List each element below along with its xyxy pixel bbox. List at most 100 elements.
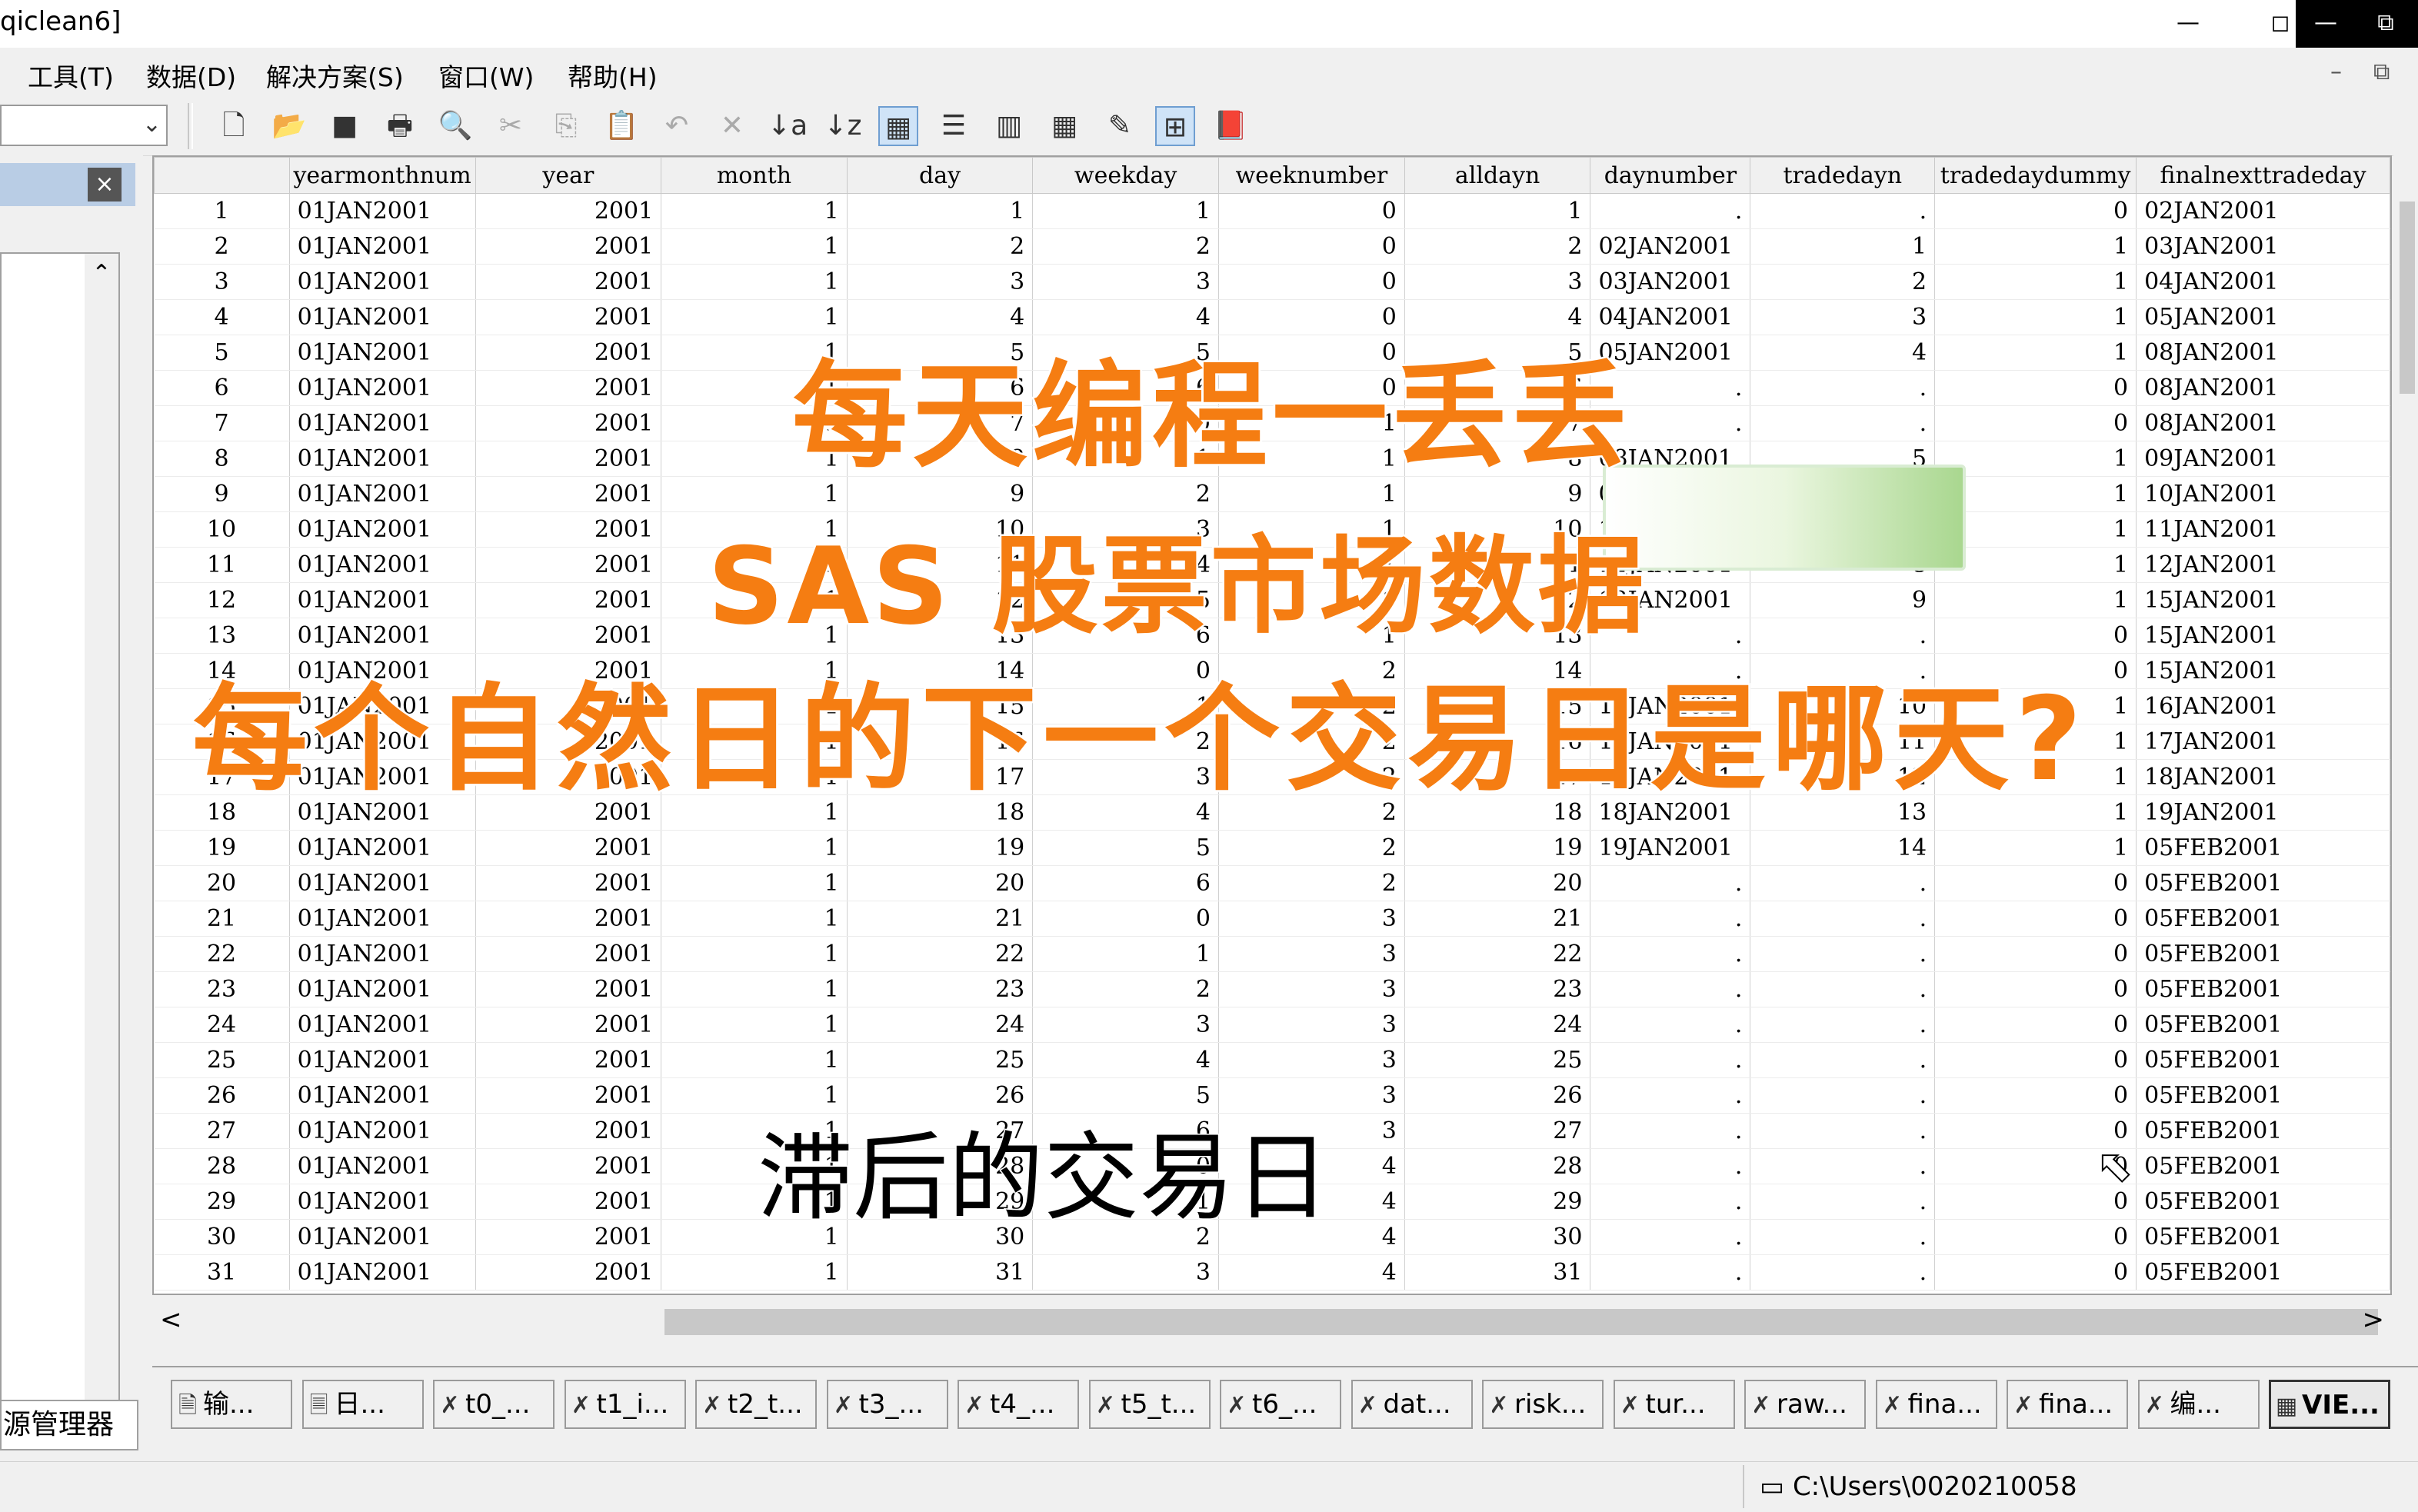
- cell-tradedaydummy[interactable]: 0: [1934, 901, 2137, 937]
- cell-finalnexttradeday[interactable]: 03JAN2001: [2136, 228, 2390, 265]
- cell-tradedaydummy[interactable]: 1: [1934, 582, 2137, 618]
- cell-year[interactable]: 2001: [475, 228, 662, 265]
- cell-yearmonthnum[interactable]: 01JAN2001: [289, 971, 476, 1007]
- cell-finalnexttradeday[interactable]: 05FEB2001: [2136, 830, 2390, 866]
- cell-daynumber[interactable]: .: [1590, 936, 1751, 972]
- cell-yearmonthnum[interactable]: 01JAN2001: [289, 1254, 476, 1291]
- cell-finalnexttradeday[interactable]: 05FEB2001: [2136, 1007, 2390, 1043]
- cell-alldayn[interactable]: 28: [1404, 1148, 1591, 1184]
- cell-day[interactable]: 24: [847, 1007, 1034, 1043]
- cell-month[interactable]: 1: [661, 228, 848, 265]
- cell-tradedaydummy[interactable]: 0: [1934, 370, 2137, 406]
- print-preview-icon[interactable]: 🔍: [435, 106, 475, 146]
- vertical-scrollbar[interactable]: [2393, 155, 2418, 1295]
- cell-year[interactable]: 2001: [475, 971, 662, 1007]
- window-tab[interactable]: ✗ t1_i...: [564, 1380, 686, 1429]
- cell-weekday[interactable]: 3: [1032, 264, 1219, 300]
- cell-tradedayn[interactable]: .: [1750, 865, 1936, 901]
- current-folder[interactable]: ▭ C:\Users\0020210058: [1743, 1465, 2418, 1508]
- menu-tools[interactable]: 工具(T): [28, 57, 114, 94]
- cell-finalnexttradeday[interactable]: 18JAN2001: [2136, 759, 2390, 795]
- cell-tradedaydummy[interactable]: 0: [1934, 1007, 2137, 1043]
- row-number[interactable]: 2: [154, 228, 290, 265]
- row-number[interactable]: 21: [154, 901, 290, 937]
- mdi-restore-button[interactable]: ⧉: [2373, 58, 2390, 85]
- cell-alldayn[interactable]: 31: [1404, 1254, 1591, 1291]
- cell-weekday[interactable]: 6: [1032, 865, 1219, 901]
- row-number[interactable]: 9: [154, 476, 290, 512]
- window-tab[interactable]: ✗ t2_t...: [695, 1380, 817, 1429]
- horizontal-scrollbar[interactable]: < >: [152, 1300, 2392, 1343]
- cell-yearmonthnum[interactable]: 01JAN2001: [289, 582, 476, 618]
- cell-yearmonthnum[interactable]: 01JAN2001: [289, 476, 476, 512]
- row-number[interactable]: 22: [154, 936, 290, 972]
- cell-yearmonthnum[interactable]: 01JAN2001: [289, 901, 476, 937]
- cell-alldayn[interactable]: 19: [1404, 830, 1591, 866]
- cell-month[interactable]: 1: [661, 1254, 848, 1291]
- cell-month[interactable]: 1: [661, 193, 848, 229]
- cell-finalnexttradeday[interactable]: 05JAN2001: [2136, 299, 2390, 335]
- cell-finalnexttradeday[interactable]: 05FEB2001: [2136, 1042, 2390, 1078]
- cell-alldayn[interactable]: 22: [1404, 936, 1591, 972]
- cell-tradedayn[interactable]: .: [1750, 936, 1936, 972]
- row-number[interactable]: 7: [154, 405, 290, 441]
- cell-tradedaydummy[interactable]: 0: [1934, 405, 2137, 441]
- cell-finalnexttradeday[interactable]: 12JAN2001: [2136, 547, 2390, 583]
- row-number[interactable]: 27: [154, 1113, 290, 1149]
- cell-daynumber[interactable]: .: [1590, 971, 1751, 1007]
- list-view-icon[interactable]: ☰: [934, 106, 974, 146]
- row-number-header[interactable]: [154, 157, 290, 194]
- cell-alldayn[interactable]: 25: [1404, 1042, 1591, 1078]
- cell-tradedayn[interactable]: .: [1750, 1077, 1936, 1114]
- cell-year[interactable]: 2001: [475, 1254, 662, 1291]
- window-tab[interactable]: ✗ t5_t...: [1088, 1380, 1211, 1429]
- cell-year[interactable]: 2001: [475, 1077, 662, 1114]
- window-tab[interactable]: ✗ fina...: [2007, 1380, 2128, 1429]
- cell-weekday[interactable]: 4: [1032, 1042, 1219, 1078]
- cell-tradedayn[interactable]: .: [1750, 1254, 1936, 1291]
- table-row[interactable]: 21 01JAN2001 2001 1 21 0 3 21.. 0 05FEB2001: [154, 901, 2390, 937]
- column-header-day[interactable]: day: [846, 157, 1034, 194]
- cell-daynumber[interactable]: .: [1590, 193, 1751, 229]
- column-header-finalnexttradeday[interactable]: finalnexttradeday: [2136, 157, 2390, 194]
- cell-tradedaydummy[interactable]: 1: [1934, 830, 2137, 866]
- cell-daynumber[interactable]: .: [1590, 1007, 1751, 1043]
- cell-weeknumber[interactable]: 2: [1218, 830, 1405, 866]
- cell-tradedaydummy[interactable]: 0: [1934, 865, 2137, 901]
- cell-day[interactable]: 2: [847, 228, 1034, 265]
- column-header-tradedayn[interactable]: tradedayn: [1750, 157, 1936, 194]
- cell-yearmonthnum[interactable]: 01JAN2001: [289, 1219, 476, 1255]
- row-number[interactable]: 11: [154, 547, 290, 583]
- cell-tradedayn[interactable]: .: [1750, 901, 1936, 937]
- cell-month[interactable]: 1: [661, 264, 848, 300]
- cell-year[interactable]: 2001: [475, 370, 662, 406]
- window-tab[interactable]: ✗ dat...: [1351, 1380, 1473, 1429]
- menu-solutions[interactable]: 解决方案(S): [266, 57, 404, 94]
- cell-tradedaydummy[interactable]: 1: [1934, 299, 2137, 335]
- cell-finalnexttradeday[interactable]: 05FEB2001: [2136, 971, 2390, 1007]
- cell-tradedaydummy[interactable]: 0: [1934, 971, 2137, 1007]
- cell-yearmonthnum[interactable]: 01JAN2001: [289, 370, 476, 406]
- row-number[interactable]: 28: [154, 1148, 290, 1184]
- edit-icon[interactable]: ✎: [1100, 106, 1140, 146]
- cell-alldayn[interactable]: 20: [1404, 865, 1591, 901]
- delete-icon[interactable]: ✕: [712, 106, 752, 146]
- cell-finalnexttradeday[interactable]: 05FEB2001: [2136, 936, 2390, 972]
- cell-daynumber[interactable]: 19JAN2001: [1590, 830, 1751, 866]
- column-header-year[interactable]: year: [475, 157, 662, 194]
- cell-daynumber[interactable]: .: [1590, 865, 1751, 901]
- vertical-scroll-thumb[interactable]: [2400, 201, 2415, 394]
- window-tab[interactable]: ✗ tur...: [1613, 1380, 1735, 1429]
- cell-daynumber[interactable]: 03JAN2001: [1590, 264, 1751, 300]
- cell-alldayn[interactable]: 30: [1404, 1219, 1591, 1255]
- table-view-icon[interactable]: ▦: [878, 106, 918, 146]
- cell-tradedaydummy[interactable]: 0: [1934, 1219, 2137, 1255]
- cell-year[interactable]: 2001: [475, 1184, 662, 1220]
- print-icon[interactable]: 🖶: [380, 106, 420, 146]
- row-number[interactable]: 26: [154, 1077, 290, 1114]
- row-number[interactable]: 20: [154, 865, 290, 901]
- cell-finalnexttradeday[interactable]: 05FEB2001: [2136, 1077, 2390, 1114]
- cell-day[interactable]: 19: [847, 830, 1034, 866]
- cell-finalnexttradeday[interactable]: 08JAN2001: [2136, 370, 2390, 406]
- open-icon[interactable]: 📂: [269, 106, 309, 146]
